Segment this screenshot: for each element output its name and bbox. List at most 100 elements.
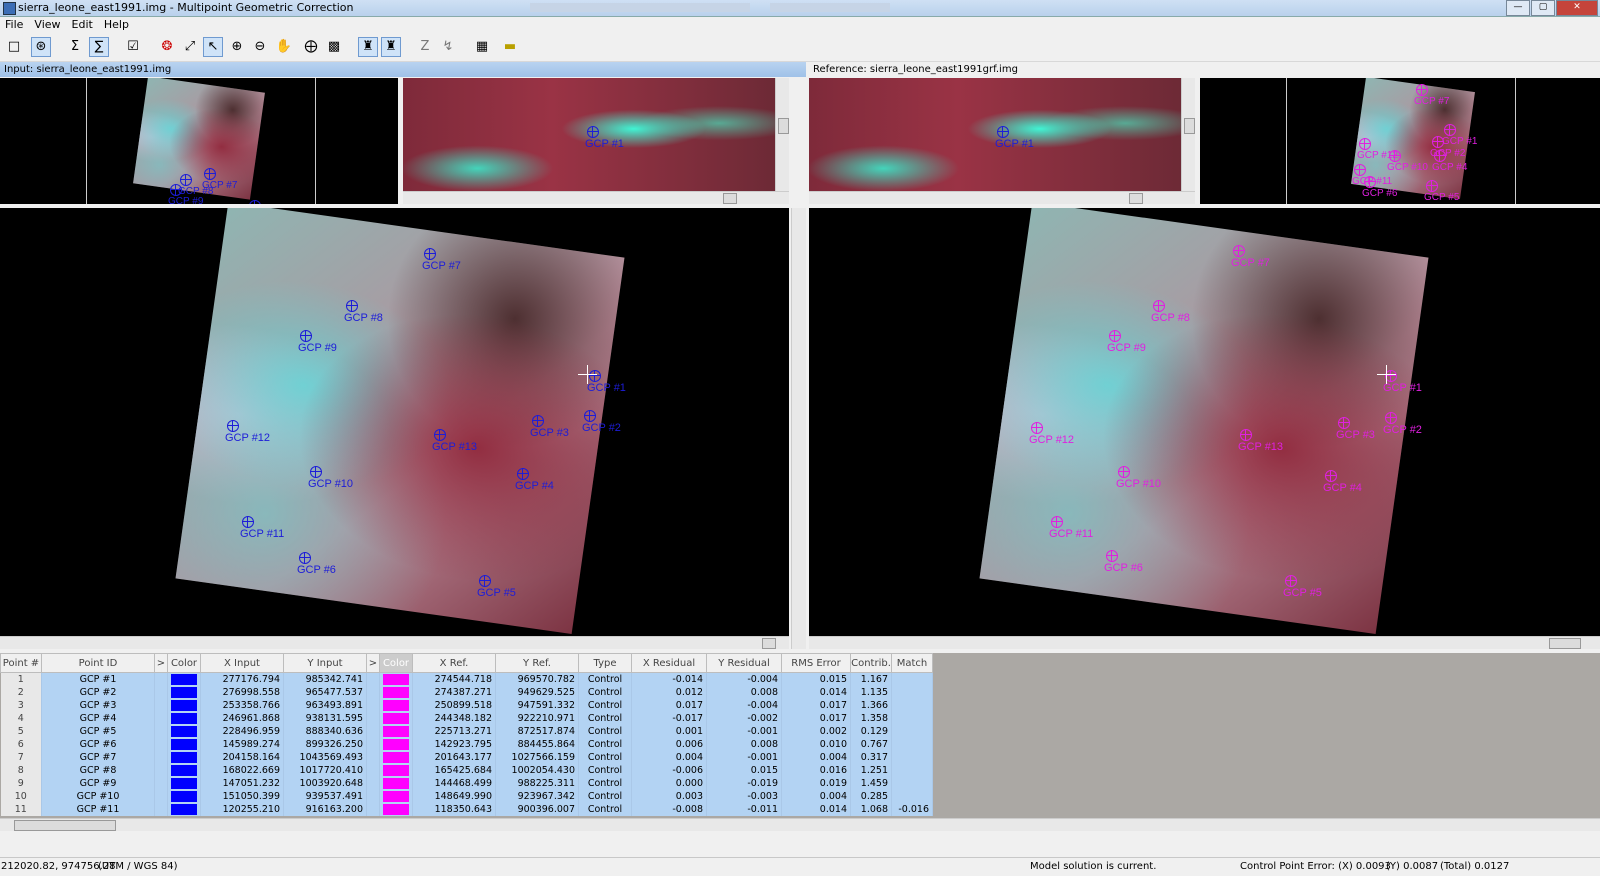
arrow-cell[interactable] [366, 751, 380, 764]
y-input-cell[interactable]: 1003920.648 [283, 777, 367, 790]
y-input-cell[interactable]: 939537.491 [283, 790, 367, 803]
y-ref-cell[interactable]: 969570.782 [495, 672, 579, 686]
rms-error-cell[interactable]: 0.004 [781, 751, 851, 764]
y-input-cell[interactable]: 916163.200 [283, 803, 367, 816]
reference-main-viewer[interactable]: GCP #7 GCP #8 GCP #9 GCP #1 GCP #2 GCP #… [809, 208, 1600, 649]
col-match[interactable]: Match [891, 653, 933, 673]
input-color-swatch[interactable] [167, 777, 201, 790]
maximize-button[interactable]: ▢ [1531, 0, 1555, 16]
col-type[interactable]: Type [578, 653, 632, 673]
arrow-cell[interactable] [366, 672, 380, 686]
input-color-swatch[interactable] [167, 672, 201, 686]
measure-icon[interactable]: ▬ [500, 37, 520, 57]
color-swatch[interactable] [383, 765, 409, 776]
input-color-swatch[interactable] [167, 699, 201, 712]
x-ref-cell[interactable]: 165425.684 [412, 764, 496, 777]
match-cell[interactable] [891, 712, 933, 725]
match-cell[interactable] [891, 751, 933, 764]
y-ref-cell[interactable]: 949629.525 [495, 686, 579, 699]
point-id-cell[interactable]: GCP #11 [41, 803, 155, 816]
y-ref-cell[interactable]: 900396.007 [495, 803, 579, 816]
y-residual-cell[interactable]: -0.001 [706, 751, 782, 764]
point-id-cell[interactable]: GCP #3 [41, 699, 155, 712]
point-id-cell[interactable]: GCP #2 [41, 686, 155, 699]
ref-color-swatch[interactable] [379, 712, 413, 725]
arrow-cell[interactable] [366, 712, 380, 725]
row-number-cell[interactable]: 7 [0, 751, 42, 764]
y-ref-cell[interactable]: 923967.342 [495, 790, 579, 803]
point-id-cell[interactable]: GCP #10 [41, 790, 155, 803]
z-options-icon[interactable]: ↯ [438, 37, 458, 57]
lock-icon[interactable]: ▩ [324, 37, 344, 57]
arrow-cell[interactable] [366, 777, 380, 790]
gcp-table-row[interactable]: 5 GCP #5 228496.959 888340.636 225713.271 872… [0, 725, 933, 738]
y-ref-cell[interactable]: 872517.874 [495, 725, 579, 738]
y-input-cell[interactable]: 888340.636 [283, 725, 367, 738]
arrow-cell[interactable] [154, 712, 168, 725]
contrib-cell[interactable]: 0.285 [850, 790, 892, 803]
col-point-id[interactable]: Point ID [41, 653, 155, 673]
match-cell[interactable] [891, 790, 933, 803]
rms-error-cell[interactable]: 0.010 [781, 738, 851, 751]
color-swatch[interactable] [383, 700, 409, 711]
y-input-cell[interactable]: 965477.537 [283, 686, 367, 699]
input-color-swatch[interactable] [167, 686, 201, 699]
x-input-cell[interactable]: 147051.232 [200, 777, 284, 790]
gcp-table-row[interactable]: 11 GCP #11 120255.210 916163.200 118350.643 9… [0, 803, 933, 816]
match-cell[interactable] [891, 777, 933, 790]
y-ref-cell[interactable]: 988225.311 [495, 777, 579, 790]
row-number-cell[interactable]: 1 [0, 672, 42, 686]
color-swatch[interactable] [383, 687, 409, 698]
color-swatch[interactable] [383, 674, 409, 685]
zoom-out-icon[interactable]: ⊖ [250, 37, 270, 57]
col-x-residual[interactable]: X Residual [631, 653, 707, 673]
arrow-cell[interactable] [154, 725, 168, 738]
y-residual-cell[interactable]: 0.008 [706, 738, 782, 751]
model-properties-icon[interactable]: ∑ [89, 37, 109, 57]
y-residual-cell[interactable]: 0.008 [706, 686, 782, 699]
contrib-cell[interactable]: 0.767 [850, 738, 892, 751]
color-swatch[interactable] [171, 778, 197, 789]
ref-color-swatch[interactable] [379, 672, 413, 686]
gcp-table-row[interactable]: 4 GCP #4 246961.868 938131.595 244348.182 922… [0, 712, 933, 725]
color-swatch[interactable] [171, 791, 197, 802]
input-color-swatch[interactable] [167, 803, 201, 816]
color-swatch[interactable] [383, 804, 409, 815]
row-number-cell[interactable]: 11 [0, 803, 42, 816]
x-input-cell[interactable]: 204158.164 [200, 751, 284, 764]
main-horizontal-scrollbar[interactable] [809, 636, 1600, 649]
close-button[interactable]: ✕ [1556, 0, 1598, 16]
y-residual-cell[interactable]: -0.004 [706, 699, 782, 712]
point-id-cell[interactable]: GCP #8 [41, 764, 155, 777]
arrow-cell[interactable] [154, 738, 168, 751]
input-zoom-viewer[interactable]: GCP #1 [403, 78, 789, 204]
x-ref-cell[interactable]: 118350.643 [412, 803, 496, 816]
match-cell[interactable] [891, 738, 933, 751]
color-swatch[interactable] [383, 726, 409, 737]
y-residual-cell[interactable]: -0.003 [706, 790, 782, 803]
col-ref-color[interactable]: Color [379, 653, 413, 673]
col-contrib[interactable]: Contrib. [850, 653, 892, 673]
point-id-cell[interactable]: GCP #4 [41, 712, 155, 725]
gcp-table-row[interactable]: 8 GCP #8 168022.669 1017720.410 165425.684 10… [0, 764, 933, 777]
x-residual-cell[interactable]: -0.014 [631, 672, 707, 686]
y-residual-cell[interactable]: 0.015 [706, 764, 782, 777]
reference-zoom-viewer[interactable]: GCP #1 [809, 78, 1195, 204]
zoom-vertical-scrollbar[interactable] [775, 78, 789, 191]
contrib-cell[interactable]: 0.129 [850, 725, 892, 738]
select-arrow-icon[interactable]: ↖ [203, 37, 223, 57]
gcp-table-row[interactable]: 9 GCP #9 147051.232 1003920.648 144468.499 98… [0, 777, 933, 790]
z-value-icon[interactable]: Z [415, 37, 435, 57]
color-swatch[interactable] [383, 739, 409, 750]
drive-to-reference-icon[interactable]: ♜ [381, 37, 401, 57]
drive-to-input-icon[interactable]: ♜ [358, 37, 378, 57]
row-number-cell[interactable]: 6 [0, 738, 42, 751]
rms-error-cell[interactable]: 0.014 [781, 803, 851, 816]
row-number-cell[interactable]: 9 [0, 777, 42, 790]
arrow-cell[interactable] [366, 803, 380, 816]
rms-error-cell[interactable]: 0.017 [781, 712, 851, 725]
y-residual-cell[interactable]: -0.001 [706, 725, 782, 738]
y-residual-cell[interactable]: -0.019 [706, 777, 782, 790]
y-ref-cell[interactable]: 1027566.159 [495, 751, 579, 764]
fit-icon[interactable]: ⤢ [180, 37, 200, 57]
